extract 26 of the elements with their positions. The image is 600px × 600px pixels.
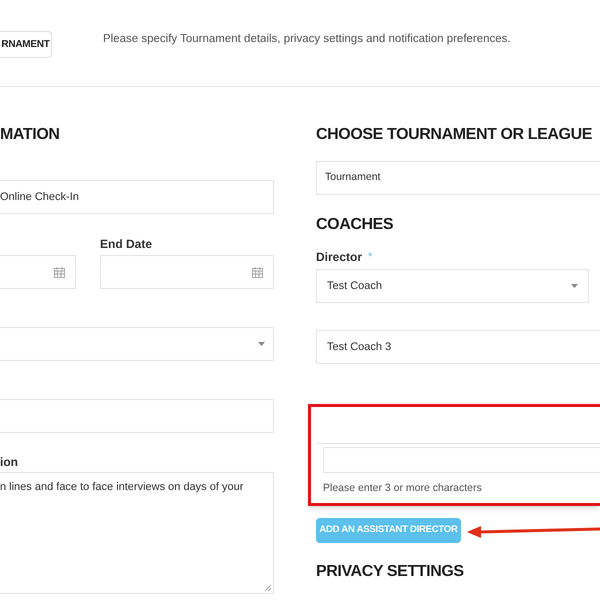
section-heading: PRIVACY SETTINGS	[316, 562, 465, 582]
calendar-icon	[54, 266, 65, 278]
search-field[interactable]	[323, 447, 600, 473]
hint-text: Please enter 3 or more characters	[323, 481, 483, 496]
text-field[interactable]	[0, 399, 274, 433]
dropdown-caret-icon	[258, 342, 265, 346]
end-date-field[interactable]	[100, 255, 274, 289]
select-field[interactable]	[0, 327, 274, 361]
tournament-type-field[interactable]: Tournament	[316, 161, 600, 195]
description-text: Please specify Tournament details, privacy settings and notification preferences.	[103, 32, 511, 48]
field-label: Director	[316, 249, 362, 266]
dropdown-caret-icon	[571, 284, 578, 288]
coach-field[interactable]: Test Coach 3	[316, 330, 600, 364]
start-date-field[interactable]	[0, 255, 76, 289]
tournament-button[interactable]: RNAMENT	[0, 30, 52, 58]
section-heading: MATION	[0, 125, 61, 145]
director-select[interactable]: Test Coach	[316, 269, 589, 303]
section-heading: CHOOSE TOURNAMENT OR LEAGUE	[316, 125, 594, 145]
description-textarea[interactable]: n lines and face to face interviews on days of your	[0, 472, 274, 594]
field-label: ion	[0, 454, 19, 471]
name-field[interactable]: Online Check-In	[0, 180, 274, 214]
section-heading: COACHES	[316, 215, 394, 235]
calendar-icon	[252, 266, 263, 278]
resize-handle-icon[interactable]	[265, 585, 271, 591]
field-label: End Date	[100, 236, 154, 253]
required-mark: *	[368, 250, 372, 265]
